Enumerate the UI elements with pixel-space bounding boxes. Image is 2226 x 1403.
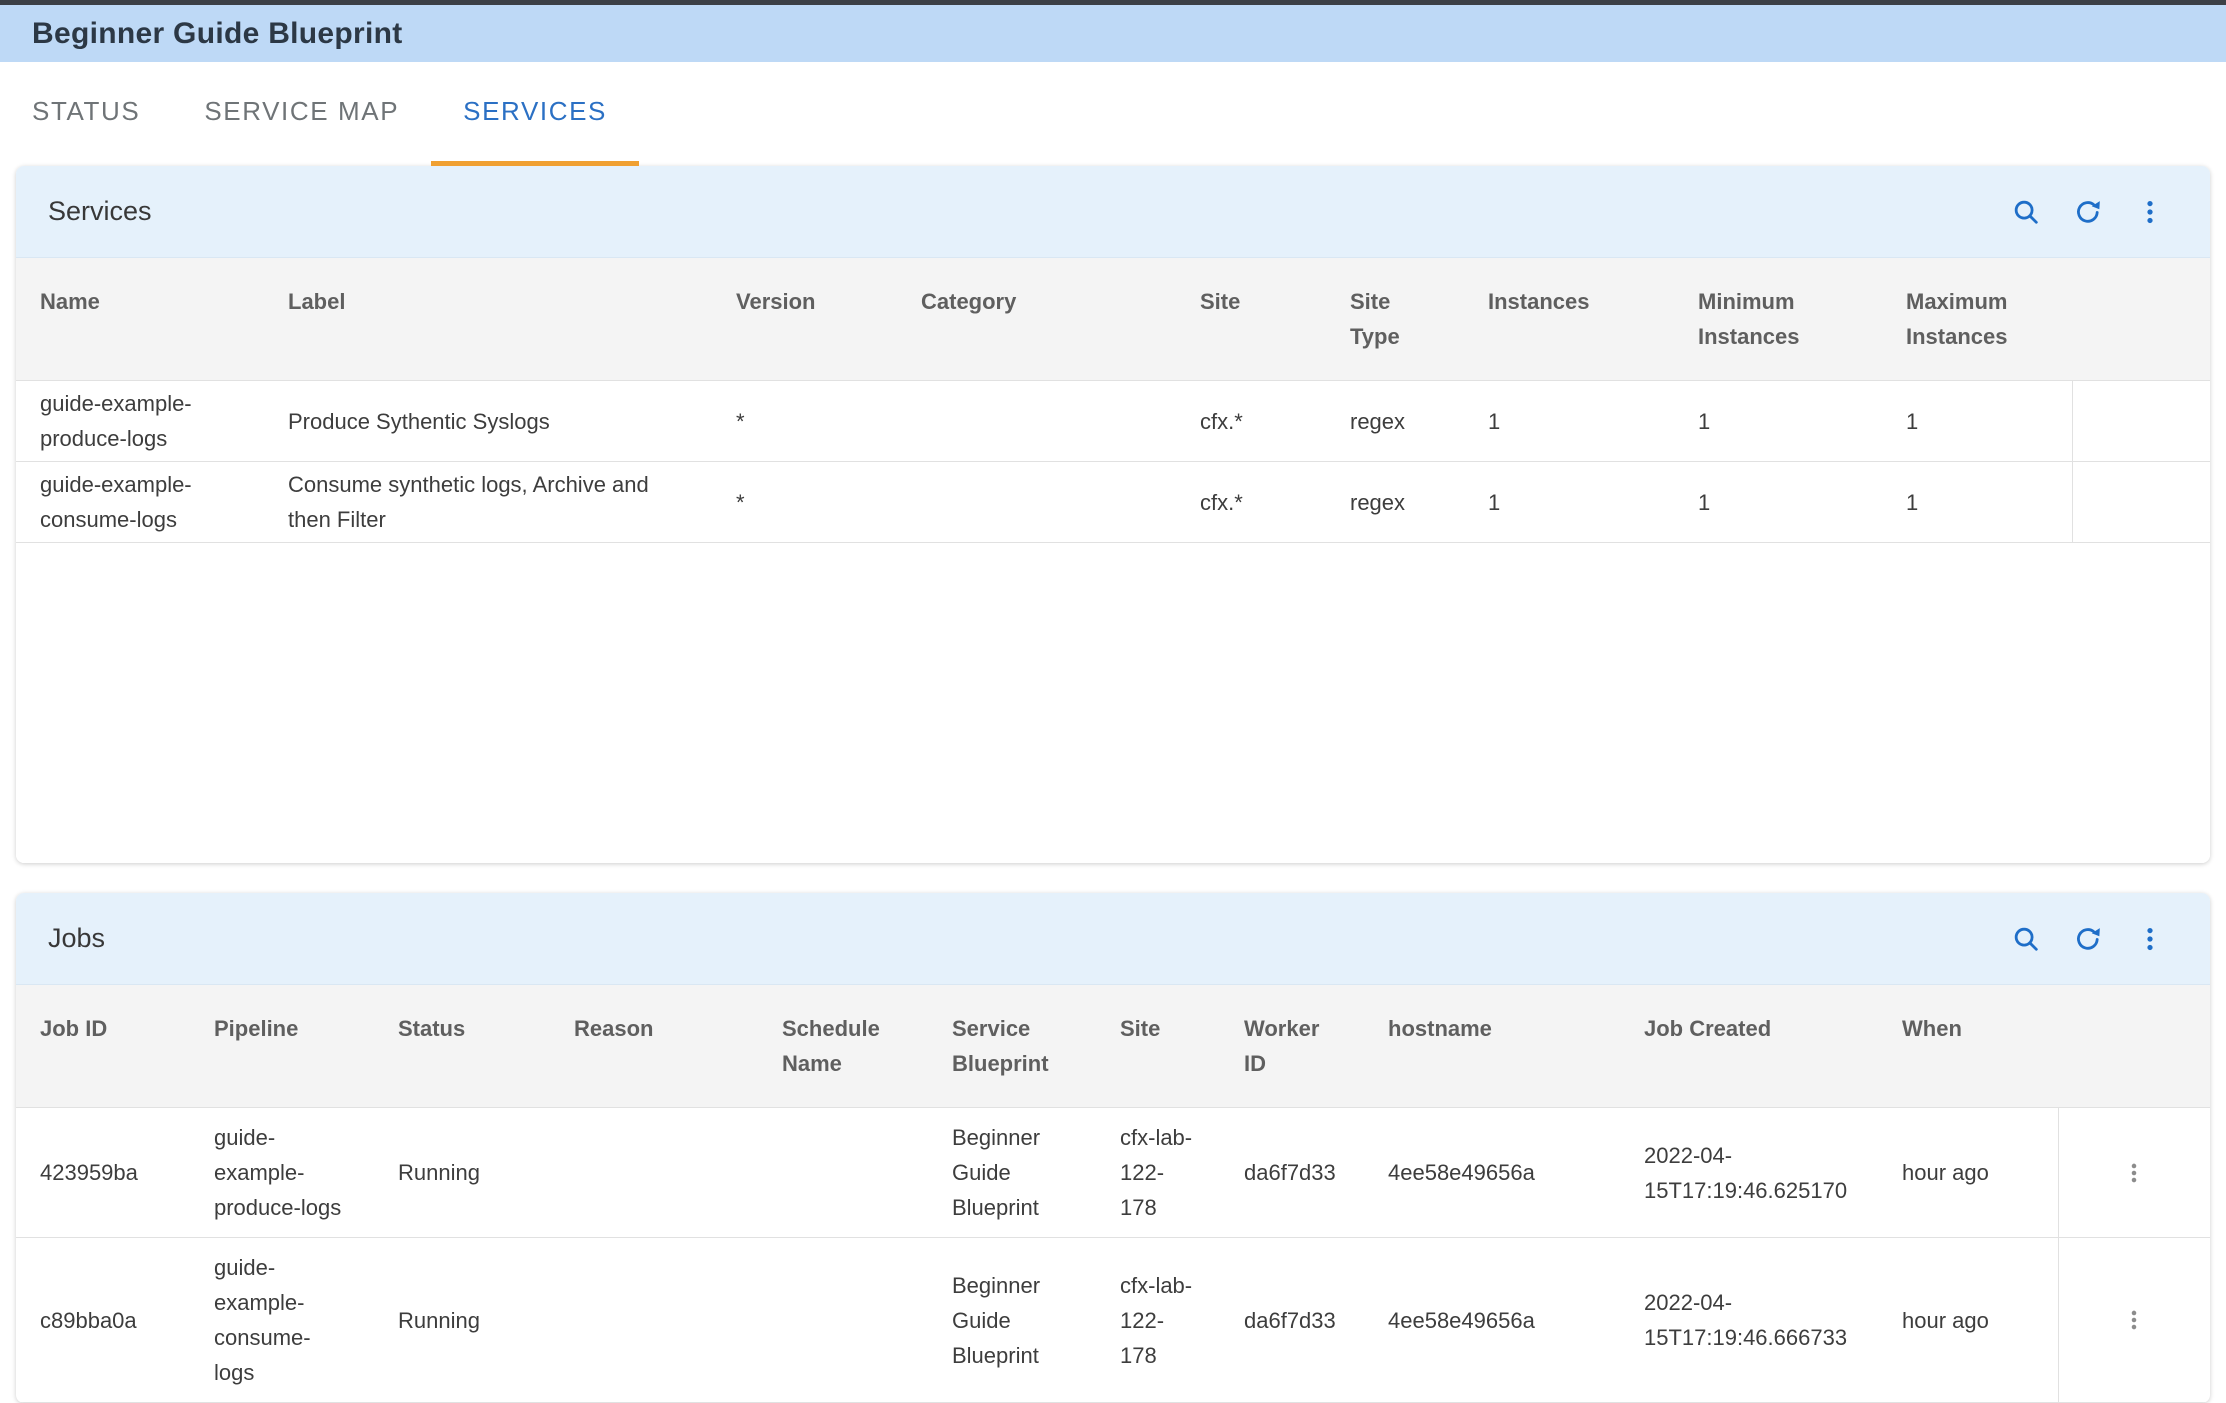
jobs-panel: Jobs Job ID Pipeline Status Reason Sched… bbox=[16, 893, 2210, 1403]
col-actions bbox=[2058, 985, 2210, 1108]
services-panel-header: Services bbox=[16, 166, 2210, 258]
col-pipeline: Pipeline bbox=[190, 985, 374, 1108]
col-instances: Instances bbox=[1464, 258, 1674, 381]
service-max-instances: 1 bbox=[1882, 462, 2072, 543]
page-title: Beginner Guide Blueprint bbox=[32, 17, 403, 51]
job-id: c89bba0a bbox=[16, 1238, 190, 1403]
job-id: 423959ba bbox=[16, 1108, 190, 1238]
job-when: hour ago bbox=[1878, 1238, 2058, 1403]
kebab-menu-icon[interactable] bbox=[2134, 196, 2166, 228]
service-site-type: regex bbox=[1326, 381, 1464, 462]
job-pipeline: guide-example-consume-logs bbox=[190, 1238, 374, 1403]
service-row-actions bbox=[2072, 462, 2210, 543]
col-site: Site bbox=[1096, 985, 1220, 1108]
titlebar: Beginner Guide Blueprint bbox=[0, 5, 2226, 62]
jobs-panel-actions bbox=[2010, 923, 2166, 955]
job-row-actions bbox=[2058, 1108, 2210, 1238]
col-job-id: Job ID bbox=[16, 985, 190, 1108]
job-service-blueprint: Beginner Guide Blueprint bbox=[928, 1238, 1096, 1403]
job-created: 2022-04-15T17:19:46.666733 bbox=[1620, 1238, 1878, 1403]
service-version: * bbox=[712, 381, 897, 462]
col-site: Site bbox=[1176, 258, 1326, 381]
col-status: Status bbox=[374, 985, 550, 1108]
job-row-423959ba[interactable]: 423959ba guide-example-produce-logs Runn… bbox=[16, 1108, 2210, 1238]
services-panel: Services Name Label Version Category Sit… bbox=[16, 166, 2210, 863]
kebab-menu-icon[interactable] bbox=[2118, 1157, 2150, 1189]
col-label: Label bbox=[264, 258, 712, 381]
service-min-instances: 1 bbox=[1674, 462, 1882, 543]
services-empty-area bbox=[16, 543, 2210, 863]
service-site: cfx.* bbox=[1176, 381, 1326, 462]
search-icon[interactable] bbox=[2010, 196, 2042, 228]
service-label: Consume synthetic logs, Archive and then… bbox=[264, 462, 712, 543]
job-status: Running bbox=[374, 1238, 550, 1403]
service-site-type: regex bbox=[1326, 462, 1464, 543]
job-hostname: 4ee58e49656a bbox=[1364, 1238, 1620, 1403]
service-max-instances: 1 bbox=[1882, 381, 2072, 462]
job-worker-id: da6f7d33 bbox=[1220, 1108, 1364, 1238]
service-instances: 1 bbox=[1464, 462, 1674, 543]
col-worker-id: Worker ID bbox=[1220, 985, 1364, 1108]
job-when: hour ago bbox=[1878, 1108, 2058, 1238]
jobs-table: Job ID Pipeline Status Reason Schedule N… bbox=[16, 985, 2210, 1403]
jobs-panel-header: Jobs bbox=[16, 893, 2210, 985]
col-service-blueprint: Service Blueprint bbox=[928, 985, 1096, 1108]
col-category: Category bbox=[897, 258, 1176, 381]
service-site: cfx.* bbox=[1176, 462, 1326, 543]
job-site: cfx-lab-122-178 bbox=[1096, 1238, 1220, 1403]
service-name: guide-example-produce-logs bbox=[16, 381, 264, 462]
jobs-panel-title: Jobs bbox=[48, 923, 105, 954]
job-worker-id: da6f7d33 bbox=[1220, 1238, 1364, 1403]
service-name: guide-example-consume-logs bbox=[16, 462, 264, 543]
job-schedule-name bbox=[758, 1238, 928, 1403]
job-schedule-name bbox=[758, 1108, 928, 1238]
kebab-menu-icon[interactable] bbox=[2134, 923, 2166, 955]
job-reason bbox=[550, 1108, 758, 1238]
service-row-actions bbox=[2072, 381, 2210, 462]
job-row-c89bba0a[interactable]: c89bba0a guide-example-consume-logs Runn… bbox=[16, 1238, 2210, 1403]
job-status: Running bbox=[374, 1108, 550, 1238]
col-min-instances: Minimum Instances bbox=[1674, 258, 1882, 381]
col-name: Name bbox=[16, 258, 264, 381]
search-icon[interactable] bbox=[2010, 923, 2042, 955]
service-min-instances: 1 bbox=[1674, 381, 1882, 462]
job-created: 2022-04-15T17:19:46.625170 bbox=[1620, 1108, 1878, 1238]
service-category bbox=[897, 381, 1176, 462]
tab-service-map[interactable]: SERVICE MAP bbox=[172, 62, 431, 166]
col-version: Version bbox=[712, 258, 897, 381]
col-reason: Reason bbox=[550, 985, 758, 1108]
col-hostname: hostname bbox=[1364, 985, 1620, 1108]
refresh-icon[interactable] bbox=[2072, 923, 2104, 955]
services-panel-actions bbox=[2010, 196, 2166, 228]
service-label: Produce Sythentic Syslogs bbox=[264, 381, 712, 462]
services-panel-title: Services bbox=[48, 196, 152, 227]
jobs-header-row: Job ID Pipeline Status Reason Schedule N… bbox=[16, 985, 2210, 1108]
job-row-actions bbox=[2058, 1238, 2210, 1403]
services-table: Name Label Version Category Site Site Ty… bbox=[16, 258, 2210, 543]
col-max-instances: Maximum Instances bbox=[1882, 258, 2072, 381]
service-category bbox=[897, 462, 1176, 543]
kebab-menu-icon[interactable] bbox=[2118, 1304, 2150, 1336]
service-row-consume-logs[interactable]: guide-example-consume-logs Consume synth… bbox=[16, 462, 2210, 543]
job-service-blueprint: Beginner Guide Blueprint bbox=[928, 1108, 1096, 1238]
job-hostname: 4ee58e49656a bbox=[1364, 1108, 1620, 1238]
tab-status[interactable]: STATUS bbox=[0, 62, 172, 166]
service-version: * bbox=[712, 462, 897, 543]
col-site-type: Site Type bbox=[1326, 258, 1464, 381]
job-site: cfx-lab-122-178 bbox=[1096, 1108, 1220, 1238]
service-instances: 1 bbox=[1464, 381, 1674, 462]
services-header-row: Name Label Version Category Site Site Ty… bbox=[16, 258, 2210, 381]
refresh-icon[interactable] bbox=[2072, 196, 2104, 228]
col-actions bbox=[2072, 258, 2210, 381]
col-schedule-name: Schedule Name bbox=[758, 985, 928, 1108]
tab-bar: STATUS SERVICE MAP SERVICES bbox=[0, 62, 2226, 166]
col-job-created: Job Created bbox=[1620, 985, 1878, 1108]
tab-services[interactable]: SERVICES bbox=[431, 62, 639, 166]
service-row-produce-logs[interactable]: guide-example-produce-logs Produce Sythe… bbox=[16, 381, 2210, 462]
job-pipeline: guide-example-produce-logs bbox=[190, 1108, 374, 1238]
col-when: When bbox=[1878, 985, 2058, 1108]
job-reason bbox=[550, 1238, 758, 1403]
